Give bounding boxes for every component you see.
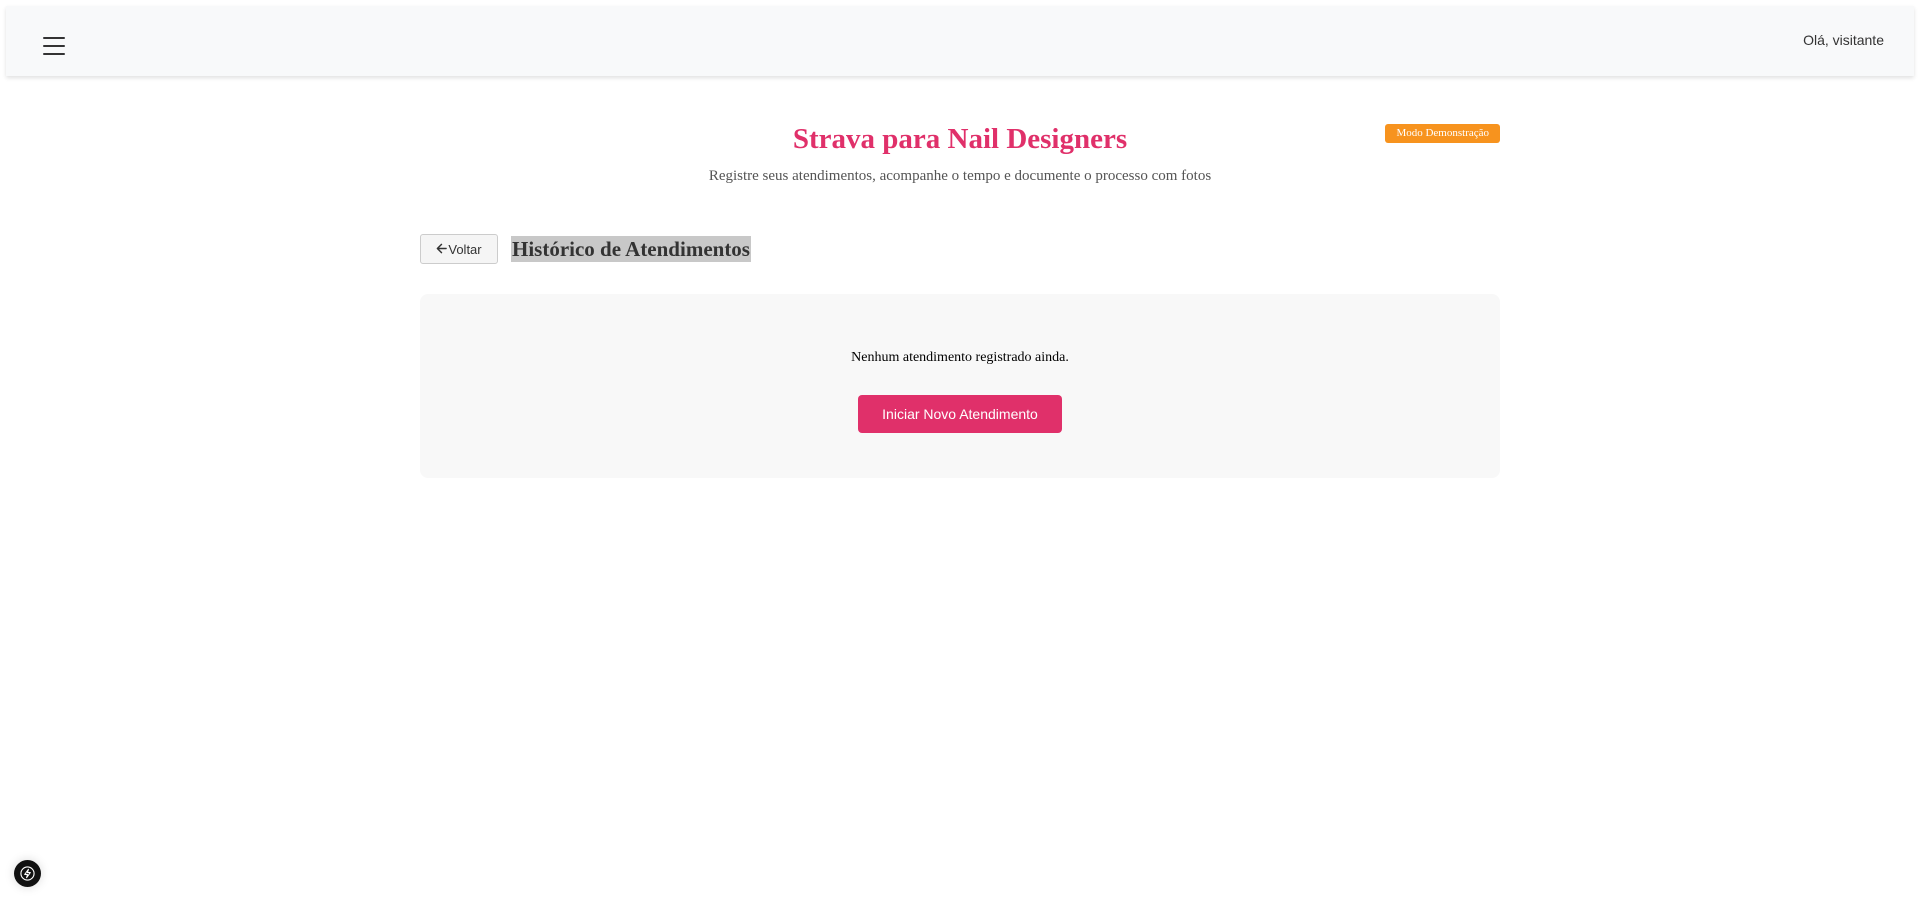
page-header: Strava para Nail Designers Registre seus… bbox=[420, 96, 1500, 196]
app-title: Strava para Nail Designers bbox=[792, 123, 1128, 155]
empty-state-card: Nenhum atendimento registrado ainda. Ini… bbox=[420, 294, 1500, 478]
demo-mode-badge: Modo Demonstração bbox=[1385, 124, 1500, 143]
section-title: Histórico de Atendimentos bbox=[511, 236, 751, 262]
start-new-appointment-button[interactable]: Iniciar Novo Atendimento bbox=[858, 395, 1062, 433]
arrow-left-icon bbox=[436, 241, 448, 257]
back-button[interactable]: Voltar bbox=[420, 234, 498, 264]
user-greeting: Olá, visitante bbox=[1803, 32, 1884, 48]
section-header: Voltar Histórico de Atendimentos bbox=[420, 234, 1500, 266]
top-navbar: Olá, visitante bbox=[6, 6, 1914, 76]
empty-state-message: Nenhum atendimento registrado ainda. bbox=[851, 350, 1069, 365]
app-subtitle: Registre seus atendimentos, acompanhe o … bbox=[708, 168, 1212, 184]
hamburger-menu-icon[interactable] bbox=[40, 32, 70, 58]
lightning-bolt-icon[interactable] bbox=[14, 860, 41, 887]
main-content: Strava para Nail Designers Registre seus… bbox=[420, 96, 1500, 478]
back-button-label: Voltar bbox=[448, 241, 482, 257]
